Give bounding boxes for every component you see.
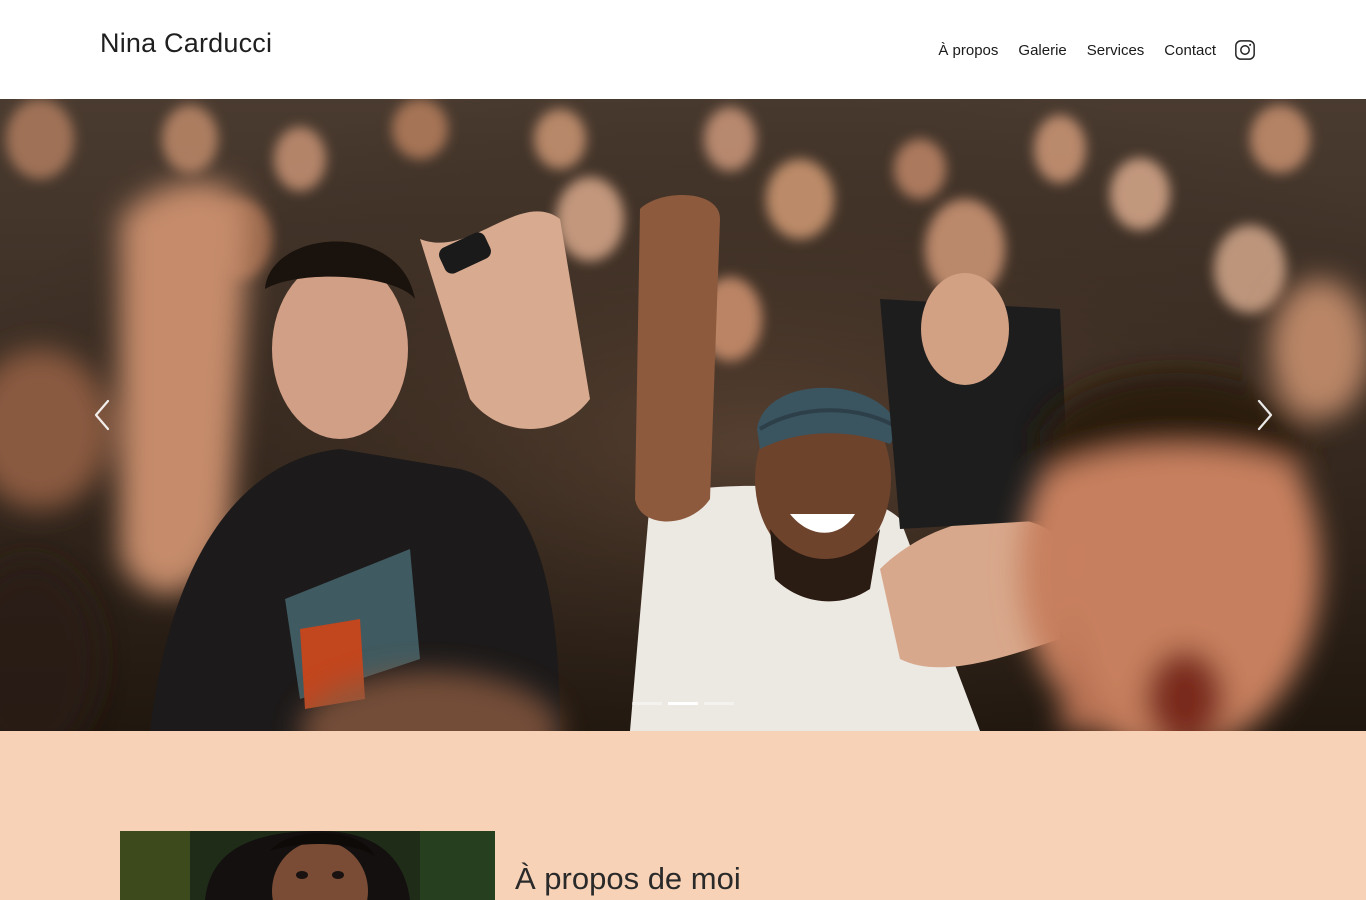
about-section: À propos de moi [0,731,1366,900]
main-nav: À propos Galerie Services Contact [938,36,1256,64]
chevron-right-icon[interactable] [1251,397,1277,433]
about-portrait-image [120,831,495,900]
site-header: Nina Carducci À propos Galerie Services … [0,0,1366,99]
nav-link-contact[interactable]: Contact [1164,42,1216,59]
about-title: À propos de moi [515,861,741,896]
chevron-left-icon[interactable] [90,397,116,433]
nav-link-about[interactable]: À propos [938,42,998,59]
carousel-indicator-2[interactable] [668,702,698,705]
nav-link-services[interactable]: Services [1087,42,1145,59]
carousel-indicators [632,702,740,705]
hero-image [0,99,1366,731]
carousel-indicator-1[interactable] [632,702,662,705]
site-brand[interactable]: Nina Carducci [100,28,272,59]
nav-link-gallery[interactable]: Galerie [1018,42,1066,59]
carousel-indicator-3[interactable] [704,702,734,705]
instagram-icon[interactable] [1234,39,1256,61]
hero-carousel [0,99,1366,731]
